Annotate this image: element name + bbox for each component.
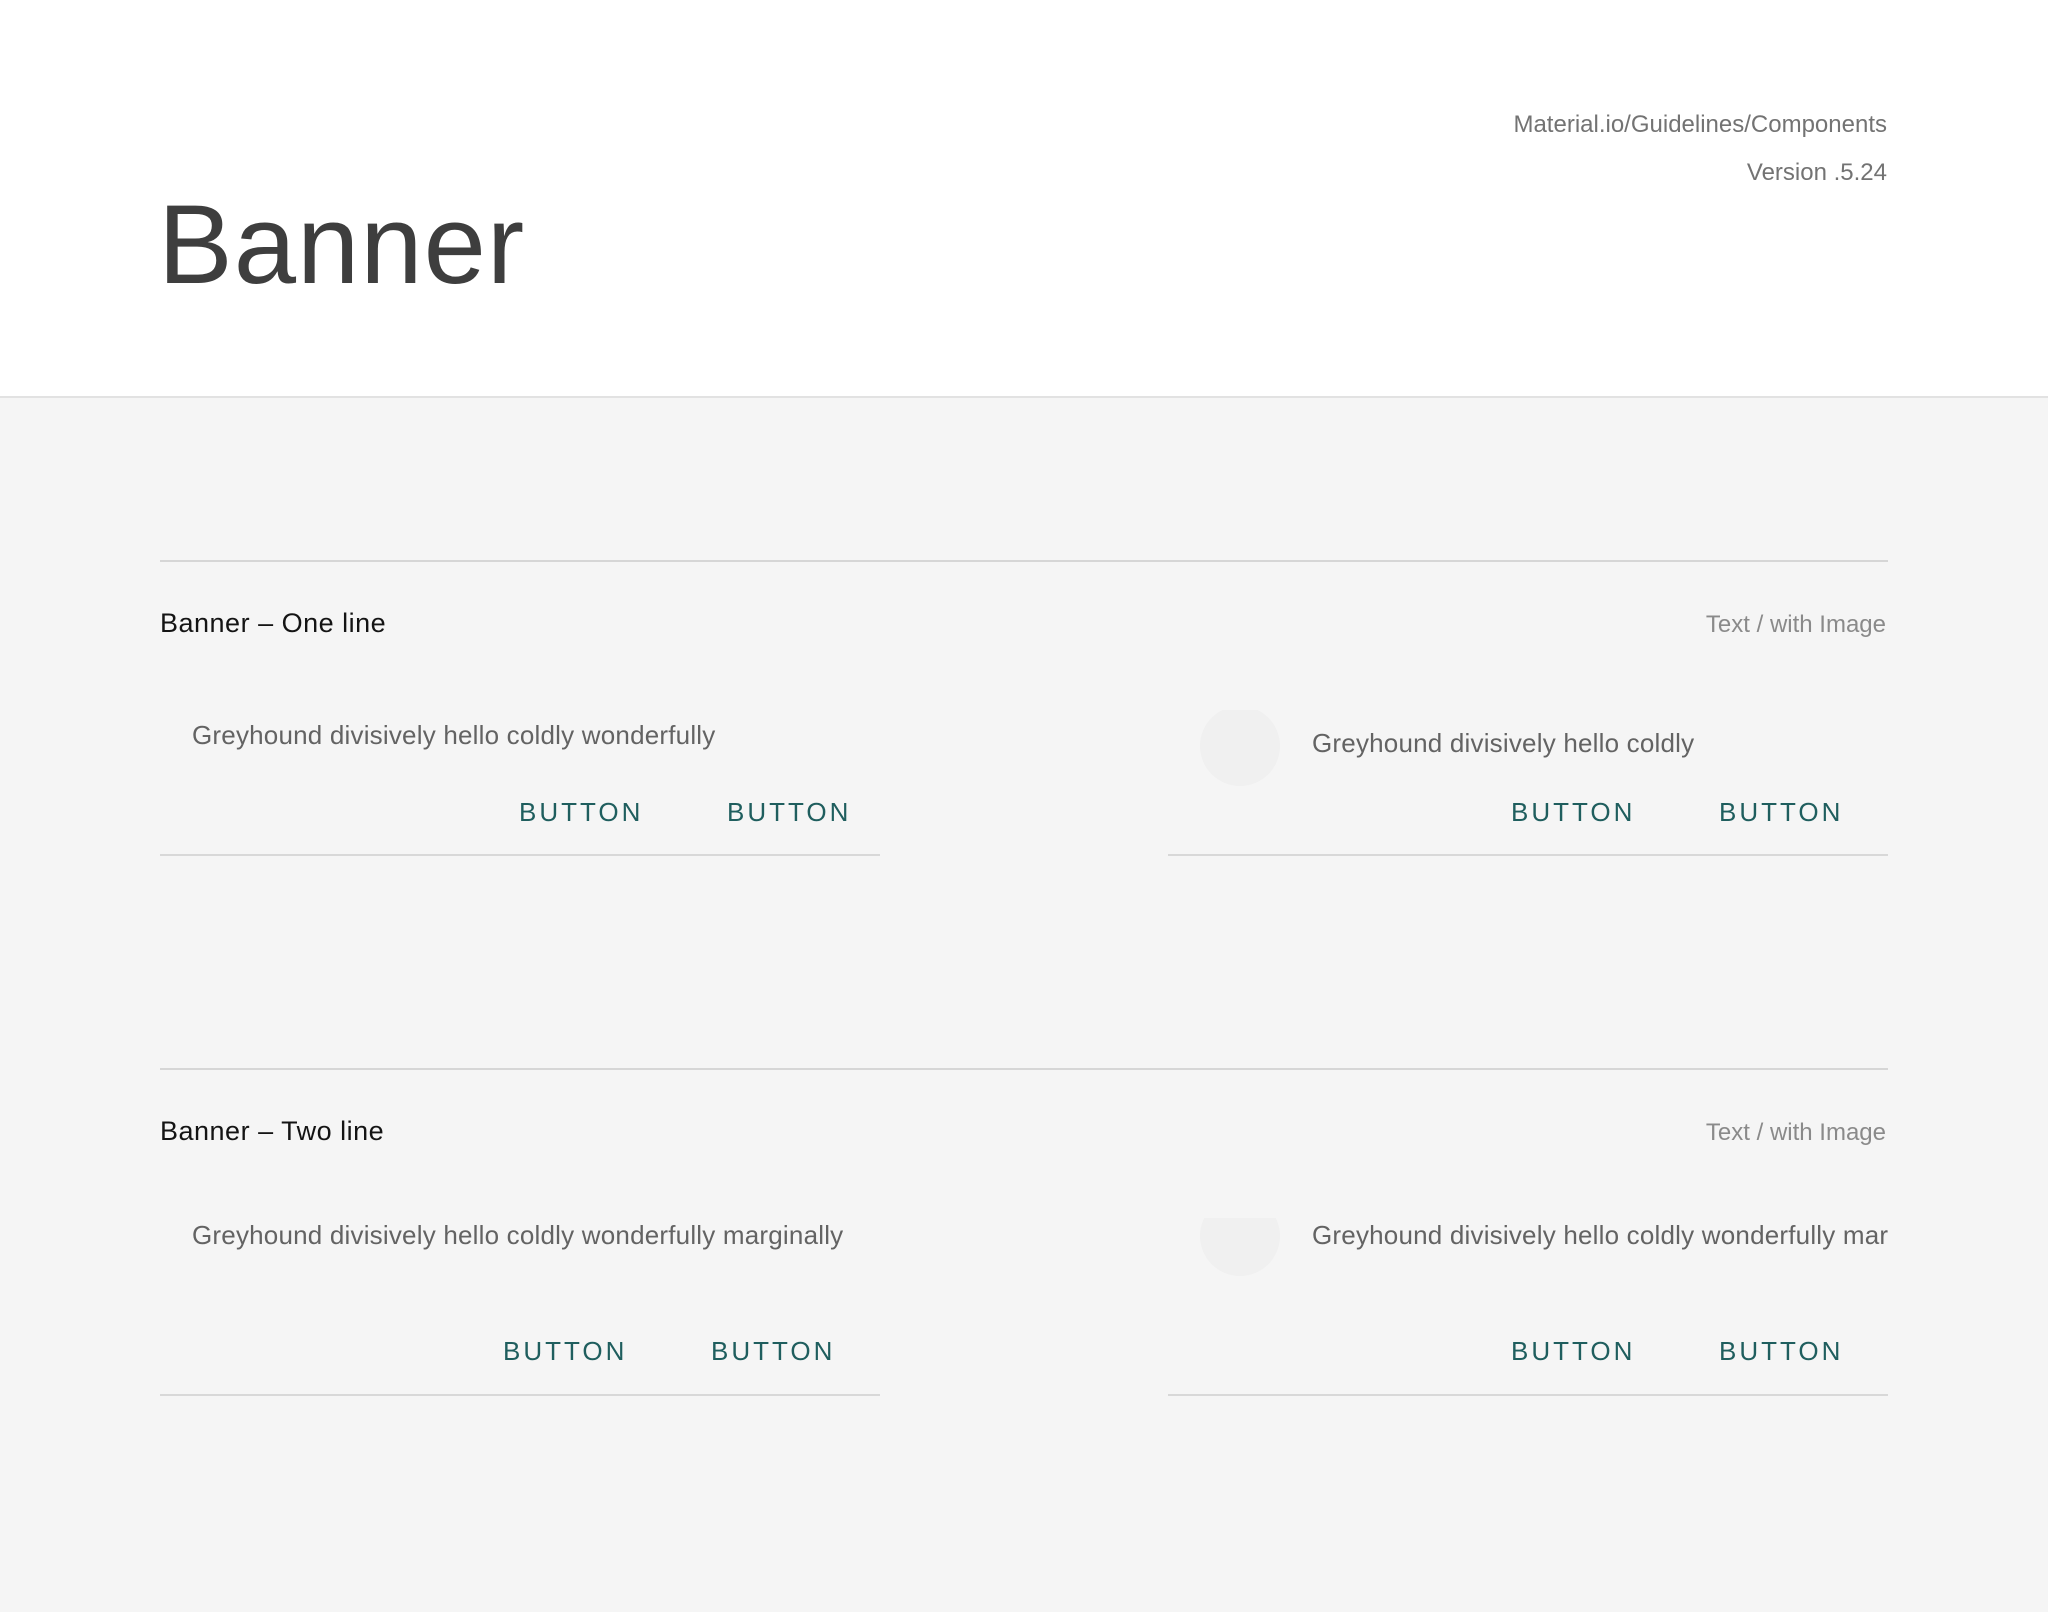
section-divider [160, 1068, 1888, 1070]
banner-two-line-image: Greyhound divisively hello coldly wonder… [1168, 1218, 1888, 1418]
banner-action-button-2[interactable]: BUTTON [727, 795, 851, 829]
banner-action-button-1[interactable]: BUTTON [1511, 1334, 1635, 1368]
banner-one-line-text: Greyhound divisively hello coldly wonder… [160, 710, 880, 910]
banner-image-placeholder [1200, 1218, 1280, 1276]
banner-message: Greyhound divisively hello coldly [1312, 728, 1695, 758]
version-label: Version .5.24 [1746, 159, 1887, 186]
section-one-line: Banner – One line Text / with Image Grey… [160, 560, 1888, 960]
banner-message: Greyhound divisively hello coldly wonder… [1312, 1220, 1888, 1250]
banner-divider [1168, 1394, 1888, 1396]
banner-action-button-1[interactable]: BUTTON [1511, 795, 1635, 829]
banner-two-line-text: Greyhound divisively hello coldly wonder… [160, 1218, 880, 1418]
banner-message: Greyhound divisively hello coldly wonder… [192, 720, 716, 750]
section-variant-label: Text / with Image [1705, 611, 1886, 638]
page-header: Banner Material.io/Guidelines/Components… [0, 0, 2048, 398]
page-title: Banner [158, 182, 526, 307]
banner-action-button-2[interactable]: BUTTON [1719, 795, 1843, 829]
section-variant-label: Text / with Image [1705, 1119, 1886, 1146]
banner-divider [160, 1394, 880, 1396]
banner-one-line-image: Greyhound divisively hello coldly BUTTON… [1168, 710, 1888, 910]
banner-action-button-2[interactable]: BUTTON [1719, 1334, 1843, 1368]
guidelines-path: Material.io/Guidelines/Components [1513, 111, 1887, 138]
banner-divider [160, 854, 880, 856]
section-title: Banner – Two line [160, 1116, 385, 1146]
specimen-canvas: Banner – One line Text / with Image Grey… [0, 398, 2048, 1612]
banner-divider [1168, 854, 1888, 856]
section-two-line: Banner – Two line Text / with Image Grey… [160, 1068, 1888, 1518]
banner-action-button-1[interactable]: BUTTON [503, 1334, 627, 1368]
banner-action-button-2[interactable]: BUTTON [711, 1334, 835, 1368]
banner-image-placeholder [1200, 710, 1280, 786]
banner-message: Greyhound divisively hello coldly wonder… [192, 1220, 844, 1250]
section-title: Banner – One line [160, 608, 387, 638]
section-divider [160, 560, 1888, 562]
banner-action-button-1[interactable]: BUTTON [519, 795, 643, 829]
